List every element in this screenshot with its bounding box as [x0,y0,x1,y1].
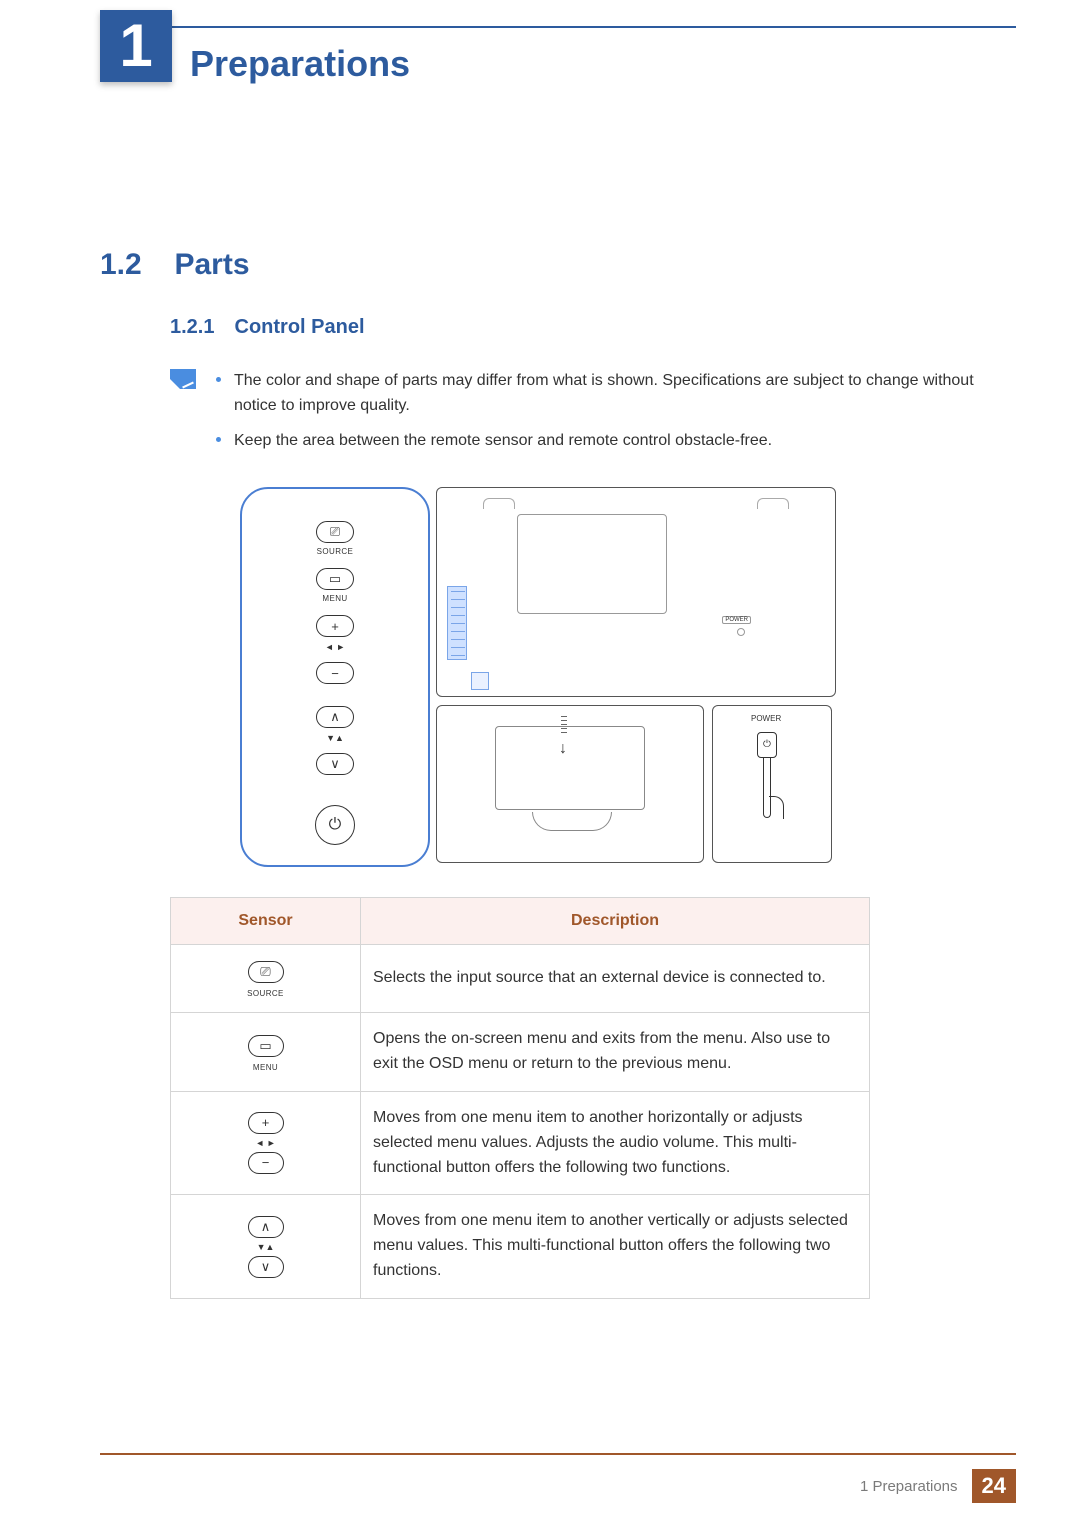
note-list: The color and shape of parts may differ … [216,369,1080,463]
minus-button-icon: − [316,662,354,684]
chapter-title: Preparations [190,43,410,85]
sensor-label: ◄ ► [183,1138,348,1148]
control-panel-table: Sensor Description ⎚ SOURCE Selects the … [170,897,870,1298]
power-detail-label: POWER [751,714,781,723]
menu-icon: ▭ [248,1035,284,1057]
sensor-description: Opens the on-screen menu and exits from … [361,1013,870,1092]
control-panel-callout: ⎚ SOURCE ▭ MENU + ◄ ► − ∧ ▼▲ ∨ ⏻ [240,487,430,867]
note-icon [170,369,196,389]
left-right-label: ◄ ► [325,642,345,652]
table-row: + ◄ ► − Moves from one menu item to anot… [171,1091,870,1194]
sensor-label: SOURCE [183,989,348,998]
sensor-label: MENU [183,1063,348,1072]
down-button-icon: ∨ [316,753,354,775]
th-description: Description [361,898,870,945]
up-button-icon: ∧ [316,706,354,728]
plus-button-icon: + [316,615,354,637]
sensor-label: ▼▲ [183,1242,348,1252]
footer-rule [100,1453,1016,1455]
chapter-number-badge: 1 [100,10,172,82]
power-plug-diagram: POWER ⏻ [712,705,832,863]
th-sensor: Sensor [171,898,361,945]
up-down-label: ▼▲ [326,733,344,743]
power-button-icon: ⏻ [315,805,355,845]
control-panel-illustration: ⎚ SOURCE ▭ MENU + ◄ ► − ∧ ▼▲ ∨ ⏻ POWER ↓… [240,487,1080,867]
minus-icon: − [248,1152,284,1174]
source-button-icon: ⎚ [316,521,354,543]
subsection-title: Control Panel [235,316,365,338]
section-title: Parts [174,248,249,281]
footer-chapter-ref: 1 Preparations [860,1478,958,1495]
monitor-power-tag: POWER [722,616,751,624]
menu-label: MENU [322,594,347,603]
down-icon: ∨ [248,1256,284,1278]
table-row: ⎚ SOURCE Selects the input source that a… [171,945,870,1013]
sensor-description: Selects the input source that an externa… [361,945,870,1013]
note-item: Keep the area between the remote sensor … [216,429,1000,454]
subsection-number: 1.2.1 [170,316,214,338]
source-icon: ⎚ [248,961,284,983]
table-row: ∧ ▼▲ ∨ Moves from one menu item to anoth… [171,1195,870,1298]
table-row: ▭ MENU Opens the on-screen menu and exit… [171,1013,870,1092]
section-number: 1.2 [100,248,170,282]
menu-button-icon: ▭ [316,568,354,590]
plus-icon: + [248,1112,284,1134]
page-number-badge: 24 [972,1469,1016,1503]
sensor-detail-diagram: ↓ [436,705,704,863]
note-item: The color and shape of parts may differ … [216,369,1000,419]
up-icon: ∧ [248,1216,284,1238]
source-label: SOURCE [317,547,354,556]
monitor-rear-diagram: POWER [436,487,836,697]
sensor-description: Moves from one menu item to another hori… [361,1091,870,1194]
sensor-description: Moves from one menu item to another vert… [361,1195,870,1298]
